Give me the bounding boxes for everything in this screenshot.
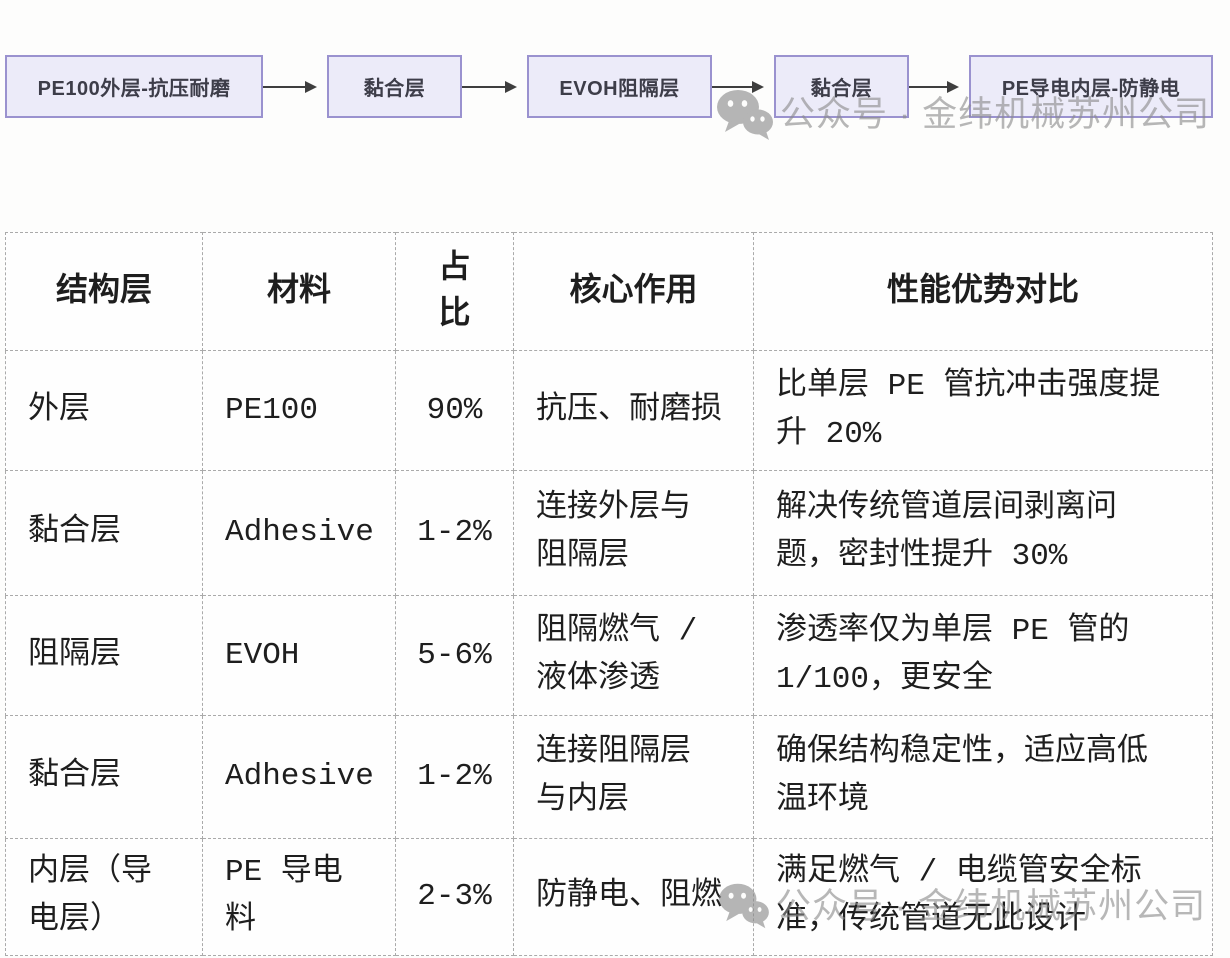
flow-box-evoh-barrier: EVOH阻隔层 — [527, 55, 712, 118]
flow-arrow-icon — [263, 86, 315, 88]
table-row: 外层 PE100 90% 抗压、耐磨损 比单层 PE 管抗冲击强度提 升 20% — [6, 351, 1213, 471]
table-cell: 90% — [396, 351, 514, 471]
document-page: PE100外层-抗压耐磨 黏合层 EVOH阻隔层 黏合层 PE导电内层-防静电 … — [0, 0, 1230, 958]
table-row: 内层（导 电层） PE 导电 料 2-3% 防静电、阻燃 满足燃气 / 电缆管安… — [6, 839, 1213, 956]
table-cell: 阻隔层 — [6, 596, 203, 716]
table-cell: PE 导电 料 — [203, 839, 396, 956]
layer-table-wrap: 结构层 材料 占 比 核心作用 性能优势对比 外层 PE100 90% 抗压、耐… — [5, 232, 1213, 956]
table-cell: Adhesive — [203, 471, 396, 596]
table-cell: 2-3% — [396, 839, 514, 956]
header-core-function: 核心作用 — [514, 233, 754, 351]
table-cell: 渗透率仅为单层 PE 管的 1/100，更安全 — [754, 596, 1213, 716]
flow-box-inner-layer: PE导电内层-防静电 — [969, 55, 1213, 118]
header-structure-layer: 结构层 — [6, 233, 203, 351]
header-advantage: 性能优势对比 — [754, 233, 1213, 351]
layer-structure-table: 结构层 材料 占 比 核心作用 性能优势对比 外层 PE100 90% 抗压、耐… — [5, 232, 1213, 956]
header-proportion: 占 比 — [396, 233, 514, 351]
table-row: 黏合层 Adhesive 1-2% 连接外层与 阻隔层 解决传统管道层间剥离问 … — [6, 471, 1213, 596]
table-cell: Adhesive — [203, 716, 396, 839]
flow-arrow-icon — [909, 86, 957, 88]
table-cell: 外层 — [6, 351, 203, 471]
table-row: 阻隔层 EVOH 5-6% 阻隔燃气 / 液体渗透 渗透率仅为单层 PE 管的 … — [6, 596, 1213, 716]
flow-arrow-icon — [712, 86, 762, 88]
flow-box-outer-layer: PE100外层-抗压耐磨 — [5, 55, 263, 118]
table-cell: 黏合层 — [6, 716, 203, 839]
table-cell: PE100 — [203, 351, 396, 471]
table-cell: 比单层 PE 管抗冲击强度提 升 20% — [754, 351, 1213, 471]
table-cell: 阻隔燃气 / 液体渗透 — [514, 596, 754, 716]
table-cell: 1-2% — [396, 471, 514, 596]
table-cell: 5-6% — [396, 596, 514, 716]
table-cell: 连接外层与 阻隔层 — [514, 471, 754, 596]
table-cell: 内层（导 电层） — [6, 839, 203, 956]
table-header-row: 结构层 材料 占 比 核心作用 性能优势对比 — [6, 233, 1213, 351]
table-cell: 满足燃气 / 电缆管安全标 准，传统管道无此设计 — [754, 839, 1213, 956]
table-cell: 1-2% — [396, 716, 514, 839]
table-cell: 连接阻隔层 与内层 — [514, 716, 754, 839]
table-cell: 抗压、耐磨损 — [514, 351, 754, 471]
header-material: 材料 — [203, 233, 396, 351]
table-cell: 解决传统管道层间剥离问 题，密封性提升 30% — [754, 471, 1213, 596]
flow-box-adhesive-1: 黏合层 — [327, 55, 462, 118]
wechat-icon — [716, 88, 774, 142]
table-row: 黏合层 Adhesive 1-2% 连接阻隔层 与内层 确保结构稳定性，适应高低… — [6, 716, 1213, 839]
table-cell: 防静电、阻燃 — [514, 839, 754, 956]
flow-box-adhesive-2: 黏合层 — [774, 55, 909, 118]
table-cell: 黏合层 — [6, 471, 203, 596]
table-cell: EVOH — [203, 596, 396, 716]
flow-arrow-icon — [462, 86, 515, 88]
table-cell: 确保结构稳定性，适应高低 温环境 — [754, 716, 1213, 839]
